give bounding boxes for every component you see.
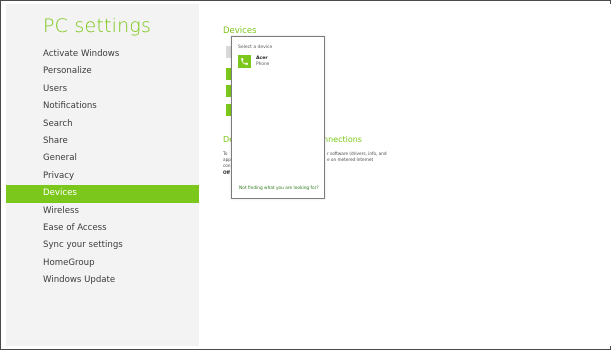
sidebar-item-wireless[interactable]: Wireless xyxy=(6,203,199,220)
sidebar-item-ease-of-access[interactable]: Ease of Access xyxy=(6,220,199,237)
phone-icon xyxy=(238,55,251,68)
sidebar-item-privacy[interactable]: Privacy xyxy=(6,168,199,185)
description-fragment: r software (drivers, info, and xyxy=(327,151,387,156)
sidebar-item-general[interactable]: General xyxy=(6,150,199,167)
sidebar-item-notifications[interactable]: Notifications xyxy=(6,98,199,115)
toggle-status-fragment[interactable]: Off xyxy=(223,170,230,175)
sidebar-item-personalize[interactable]: Personalize xyxy=(6,63,199,80)
device-list-item[interactable]: Acer Phone xyxy=(236,54,322,69)
sidebar-item-homegroup[interactable]: HomeGroup xyxy=(6,255,199,272)
description-fragment: app xyxy=(223,157,231,162)
flyout-header: Select a device xyxy=(238,45,273,50)
device-type: Phone xyxy=(256,62,270,67)
description-fragment: To xyxy=(223,151,228,156)
sidebar-item-search[interactable]: Search xyxy=(6,116,199,133)
page-title: PC settings xyxy=(43,15,152,37)
devices-heading: Devices xyxy=(223,26,257,36)
pc-settings-window: PC settings Activate Windows Personalize… xyxy=(0,0,611,350)
device-name: Acer xyxy=(256,56,268,61)
sidebar-item-activate-windows[interactable]: Activate Windows xyxy=(6,46,199,63)
sidebar: PC settings Activate Windows Personalize… xyxy=(6,4,199,346)
sidebar-item-share[interactable]: Share xyxy=(6,133,199,150)
sidebar-item-users[interactable]: Users xyxy=(6,81,199,98)
not-finding-link[interactable]: Not finding what you are looking for? xyxy=(239,186,319,191)
description-fragment: e on metered Internet xyxy=(327,157,374,162)
sidebar-item-sync-your-settings[interactable]: Sync your settings xyxy=(6,237,199,254)
description-fragment: con xyxy=(223,163,231,168)
section-heading-fragment: nnections xyxy=(323,135,362,144)
sidebar-nav: Activate Windows Personalize Users Notif… xyxy=(6,46,199,289)
sidebar-item-devices[interactable]: Devices xyxy=(6,185,199,203)
select-device-flyout: Select a device Acer Phone Not finding w… xyxy=(231,36,325,199)
sidebar-item-windows-update[interactable]: Windows Update xyxy=(6,272,199,289)
